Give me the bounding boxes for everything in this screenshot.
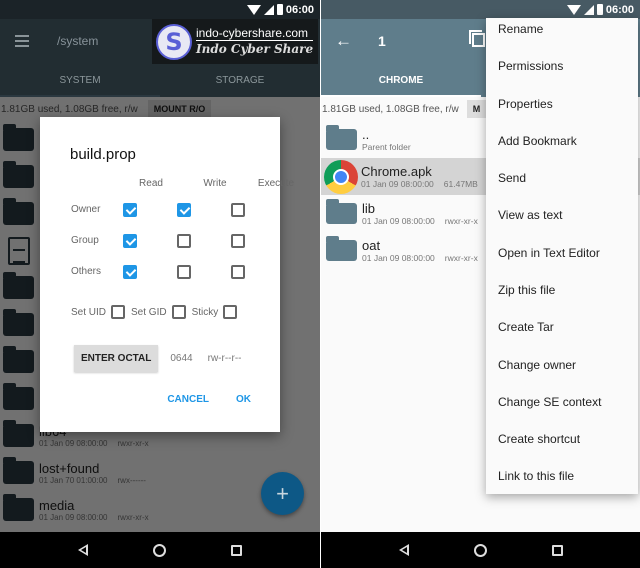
special-permissions: Set UID Set GID Sticky — [71, 305, 243, 319]
group-execute-checkbox[interactable] — [231, 234, 245, 248]
home-icon[interactable] — [473, 543, 487, 557]
others-write-checkbox[interactable] — [177, 265, 191, 279]
menu-item-open-in-text-editor[interactable]: Open in Text Editor — [498, 246, 600, 260]
menu-item-create-shortcut[interactable]: Create shortcut — [498, 432, 580, 446]
wifi-icon — [246, 4, 261, 15]
current-path: /system — [57, 34, 99, 48]
navigation-bar — [0, 532, 320, 568]
status-bar: 06:00 — [0, 0, 320, 19]
back-arrow-icon[interactable]: ← — [335, 31, 352, 51]
back-icon[interactable] — [77, 544, 88, 556]
file-date: 01 Jan 09 08:00:00 — [362, 253, 435, 263]
setgid-checkbox[interactable] — [171, 305, 186, 319]
right-screen: 06:00 ← 1 CHROME 1.81GB used, 1.08GB fre… — [321, 0, 640, 568]
others-execute-checkbox[interactable] — [231, 265, 245, 279]
storage-info: 1.81GB used, 1.08GB free, r/w — [322, 103, 459, 115]
watermark-logo-icon: S — [156, 23, 192, 60]
add-fab-button[interactable]: + — [261, 472, 304, 515]
owner-read-checkbox[interactable] — [123, 203, 137, 217]
permissions-dialog: build.prop Read Write Execute Owner Grou… — [40, 117, 294, 432]
tab-system[interactable]: SYSTEM — [0, 63, 160, 97]
menu-icon[interactable] — [15, 35, 29, 47]
wifi-icon — [566, 4, 581, 15]
menu-item-add-bookmark[interactable]: Add Bookmark — [498, 134, 577, 148]
file-name: .. — [362, 127, 370, 142]
battery-icon — [276, 4, 283, 15]
folder-icon — [326, 125, 357, 150]
context-menu: Rename Permissions Properties Add Bookma… — [486, 18, 638, 494]
status-time: 06:00 — [285, 3, 314, 16]
left-screen: 06:00 /system S indo-cybershare.com Indo… — [0, 0, 320, 568]
chrome-app-icon — [324, 159, 358, 194]
menu-item-change-se-context[interactable]: Change SE context — [498, 395, 601, 409]
menu-item-view-as-text[interactable]: View as text — [498, 208, 562, 222]
file-meta: Parent folder — [362, 142, 411, 152]
owner-write-checkbox[interactable] — [177, 203, 191, 217]
status-time: 06:00 — [605, 3, 634, 16]
file-name: lib — [362, 201, 376, 216]
watermark-name: Indo Cyber Share — [196, 42, 314, 56]
tab-storage[interactable]: STORAGE — [160, 63, 320, 97]
copy-icon[interactable] — [469, 30, 485, 47]
row-others: Others — [71, 266, 102, 277]
file-name: oat — [362, 238, 381, 253]
menu-item-send[interactable]: Send — [498, 171, 526, 185]
watermark-url: indo-cybershare.com — [196, 26, 314, 41]
group-write-checkbox[interactable] — [177, 234, 191, 248]
file-perms: rwxr-xr-x — [444, 216, 478, 226]
column-read: Read — [139, 178, 163, 189]
dialog-title: build.prop — [70, 146, 136, 163]
file-perms: rwxr-xr-x — [444, 253, 478, 263]
watermark: S indo-cybershare.com Indo Cyber Share — [152, 19, 318, 64]
enter-octal-button[interactable]: ENTER OCTAL — [74, 345, 159, 372]
menu-item-permissions[interactable]: Permissions — [498, 59, 563, 73]
setuid-label: Set UID — [71, 306, 107, 318]
folder-icon — [326, 236, 357, 261]
recents-icon[interactable] — [551, 544, 563, 556]
column-write: Write — [203, 178, 227, 189]
folder-icon — [326, 199, 357, 224]
ok-button[interactable]: OK — [236, 394, 251, 405]
sticky-label: Sticky — [191, 306, 219, 318]
permission-string: rw-r--r-- — [207, 353, 242, 364]
signal-icon — [583, 4, 594, 15]
setuid-checkbox[interactable] — [111, 305, 126, 319]
row-owner: Owner — [71, 204, 101, 215]
selection-count: 1 — [378, 33, 386, 49]
mount-ro-button[interactable]: M — [466, 100, 487, 118]
tab-bar: SYSTEM STORAGE — [0, 63, 320, 97]
setgid-label: Set GID — [131, 306, 167, 318]
tab-chrome[interactable]: CHROME — [321, 63, 481, 97]
owner-execute-checkbox[interactable] — [231, 203, 245, 217]
group-read-checkbox[interactable] — [123, 234, 137, 248]
signal-icon — [263, 4, 274, 15]
octal-value: 0644 — [170, 353, 193, 364]
row-group: Group — [71, 235, 99, 246]
home-icon[interactable] — [152, 543, 166, 557]
back-icon[interactable] — [398, 544, 409, 556]
menu-item-create-tar[interactable]: Create Tar — [498, 320, 554, 334]
recents-icon[interactable] — [231, 544, 243, 556]
cancel-button[interactable]: CANCEL — [167, 394, 209, 405]
sticky-checkbox[interactable] — [223, 305, 238, 319]
status-bar: 06:00 — [321, 0, 640, 19]
dialog-actions: CANCEL OK — [167, 394, 251, 405]
battery-icon — [596, 4, 603, 15]
column-execute: Execute — [257, 178, 295, 189]
menu-item-change-owner[interactable]: Change owner — [498, 358, 576, 372]
octal-row: ENTER OCTAL 0644 rw-r--r-- — [74, 345, 242, 372]
menu-item-zip[interactable]: Zip this file — [498, 283, 555, 297]
navigation-bar — [321, 532, 640, 568]
file-date: 01 Jan 09 08:00:00 — [362, 216, 435, 226]
file-size: 61.47MB — [443, 179, 478, 189]
menu-item-link-to-file[interactable]: Link to this file — [498, 469, 574, 483]
menu-item-properties[interactable]: Properties — [498, 97, 553, 111]
menu-item-rename[interactable]: Rename — [498, 22, 543, 36]
file-date: 01 Jan 09 08:00:00 — [361, 179, 434, 189]
others-read-checkbox[interactable] — [123, 265, 137, 279]
file-name: Chrome.apk — [361, 164, 432, 179]
